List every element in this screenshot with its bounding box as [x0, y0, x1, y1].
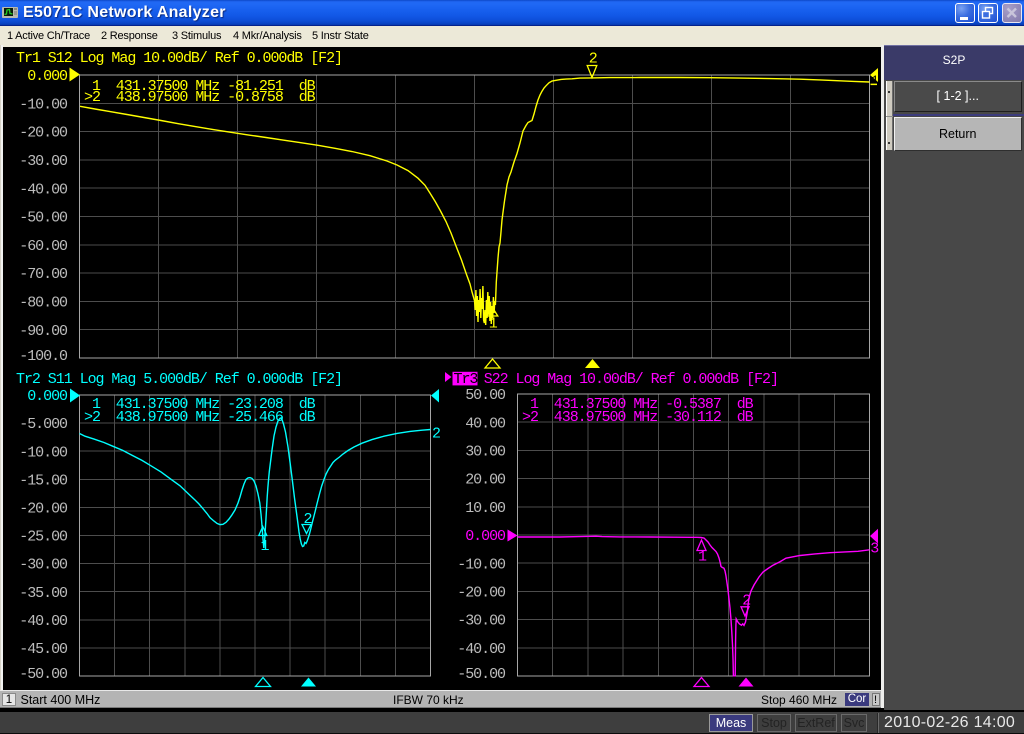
svg-text:-10.00: -10.00: [19, 444, 68, 461]
svg-text:-100.0: -100.0: [19, 348, 68, 365]
svg-text:1: 1: [261, 538, 270, 555]
svg-text:-40.00: -40.00: [19, 613, 68, 630]
svg-text:-35.00: -35.00: [19, 585, 68, 602]
svg-text:Tr2 S11 Log Mag 5.000dB/ Ref 0: Tr2 S11 Log Mag 5.000dB/ Ref 0.000dB [F2…: [16, 371, 342, 388]
svg-text:50.00: 50.00: [465, 387, 506, 404]
svg-text:-20.00: -20.00: [19, 501, 68, 518]
svg-text:-70.00: -70.00: [19, 266, 68, 283]
svg-text:-80.00: -80.00: [19, 295, 68, 312]
svg-text:-5.000: -5.000: [19, 416, 68, 433]
svg-text:0.000: 0.000: [27, 388, 68, 405]
svg-text:20.00: 20.00: [465, 472, 506, 489]
svg-text:-25.00: -25.00: [19, 529, 68, 546]
svg-text:>2 438.97500 MHz -25.466 dB: >2 438.97500 MHz -25.466 dB: [84, 409, 316, 426]
svg-text:1: 1: [698, 549, 707, 566]
svg-text:30.00: 30.00: [465, 444, 506, 461]
svg-text:40.00: 40.00: [465, 415, 506, 432]
svg-text:Tr1 S12 Log Mag 10.00dB/ Ref 0: Tr1 S12 Log Mag 10.00dB/ Ref 0.000dB [F2…: [16, 50, 342, 67]
svg-text:Tr3: Tr3: [454, 371, 479, 388]
svg-text:-45.00: -45.00: [19, 641, 68, 658]
svg-text:-30.00: -30.00: [19, 153, 68, 170]
svg-text:3: 3: [870, 541, 879, 558]
svg-text:S22 Log Mag 10.00dB/ Ref 0.000: S22 Log Mag 10.00dB/ Ref 0.000dB [F2]: [484, 371, 778, 388]
svg-text:-40.00: -40.00: [457, 641, 506, 658]
svg-text:>2 438.97500 MHz -0.8758 dB: >2 438.97500 MHz -0.8758 dB: [84, 89, 316, 106]
svg-text:-10.00: -10.00: [19, 96, 68, 113]
svg-text:-15.00: -15.00: [19, 472, 68, 489]
svg-text:-20.00: -20.00: [19, 125, 68, 142]
svg-text:-30.00: -30.00: [19, 557, 68, 574]
svg-text:-50.00: -50.00: [457, 666, 506, 683]
svg-text:0.000: 0.000: [465, 528, 506, 545]
svg-text:-90.00: -90.00: [19, 323, 68, 340]
svg-text:-10.00: -10.00: [457, 556, 506, 573]
svg-text:>2 438.97500 MHz -30.112 dB: >2 438.97500 MHz -30.112 dB: [522, 409, 754, 426]
svg-text:2: 2: [432, 426, 440, 443]
svg-text:0.000: 0.000: [27, 68, 68, 85]
svg-text:1: 1: [489, 316, 498, 333]
svg-text:-50.00: -50.00: [19, 666, 68, 683]
svg-text:-50.00: -50.00: [19, 210, 68, 227]
svg-text:-20.00: -20.00: [457, 585, 506, 602]
svg-text:10.00: 10.00: [465, 500, 506, 517]
svg-text:-40.00: -40.00: [19, 181, 68, 198]
svg-text:-60.00: -60.00: [19, 238, 68, 255]
svg-text:-30.00: -30.00: [457, 613, 506, 630]
svg-text:1: 1: [871, 73, 879, 88]
